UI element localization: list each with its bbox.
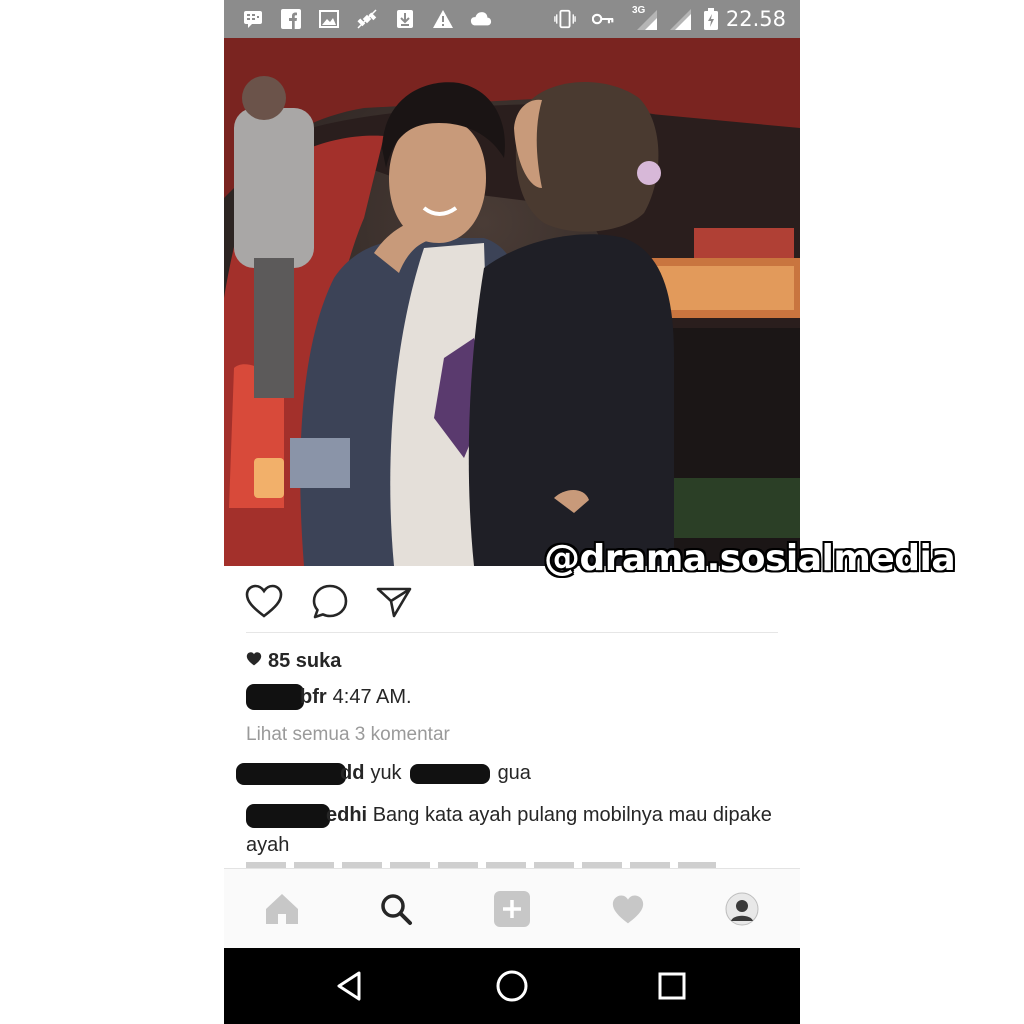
recents-icon[interactable] bbox=[652, 966, 692, 1006]
activity-heart-icon[interactable] bbox=[608, 889, 648, 929]
satellite-icon bbox=[356, 8, 378, 30]
comment: dd yuk gua bbox=[236, 762, 531, 785]
heart-icon[interactable] bbox=[244, 582, 284, 622]
warning-icon bbox=[432, 8, 454, 30]
view-all-comments-link[interactable]: Lihat semua 3 komentar bbox=[246, 724, 450, 746]
profile-avatar[interactable] bbox=[722, 889, 762, 929]
caption-text: 4:47 AM. bbox=[332, 685, 412, 708]
likes-count[interactable]: 85 suka bbox=[246, 650, 341, 673]
cloud-icon bbox=[470, 8, 492, 30]
add-post-icon[interactable] bbox=[492, 889, 532, 929]
battery-icon bbox=[700, 8, 722, 30]
divider bbox=[246, 632, 778, 633]
search-icon[interactable] bbox=[376, 889, 416, 929]
clock: 22.58 bbox=[725, 7, 786, 31]
status-bar: 3G 22.58 bbox=[224, 0, 800, 38]
comment: edhi Bang kata ayah pulang mobilnya mau … bbox=[246, 800, 776, 860]
comment-icon[interactable] bbox=[310, 582, 350, 622]
image-icon bbox=[318, 8, 340, 30]
caption: bfr 4:47 AM. bbox=[246, 684, 412, 710]
heart-filled-icon bbox=[246, 650, 262, 673]
redacted-mention bbox=[409, 763, 490, 784]
post-photo-illustration bbox=[224, 38, 800, 566]
redacted-username bbox=[246, 684, 304, 710]
comment-username[interactable]: edhi bbox=[326, 804, 367, 826]
likes-label: 85 suka bbox=[268, 650, 342, 672]
download-icon bbox=[394, 8, 416, 30]
share-icon[interactable] bbox=[374, 582, 414, 622]
watermark: @drama.sosialmedia bbox=[544, 538, 956, 579]
phone-screen: 3G 22.58 85 suka bfr 4:47 AM. Lihat semu… bbox=[224, 0, 800, 1024]
facebook-icon bbox=[280, 8, 302, 30]
vibrate-icon bbox=[554, 8, 576, 30]
key-icon bbox=[592, 8, 614, 30]
post-photo[interactable] bbox=[224, 38, 800, 566]
network-type-label: 3G bbox=[632, 5, 646, 16]
android-nav-bar bbox=[224, 948, 800, 1024]
back-icon[interactable] bbox=[330, 966, 370, 1006]
comment-text: yuk bbox=[370, 762, 402, 784]
home-button-icon[interactable] bbox=[492, 966, 532, 1006]
signal-icon bbox=[666, 8, 692, 30]
redacted-username bbox=[246, 803, 330, 828]
comment-username[interactable]: dd bbox=[340, 762, 364, 785]
comment-text: gua bbox=[497, 762, 531, 784]
bbm-icon bbox=[242, 8, 264, 30]
redacted-username bbox=[236, 762, 346, 785]
bottom-tab-bar bbox=[224, 868, 800, 949]
caption-username[interactable]: bfr bbox=[300, 686, 327, 709]
home-icon[interactable] bbox=[262, 889, 302, 929]
